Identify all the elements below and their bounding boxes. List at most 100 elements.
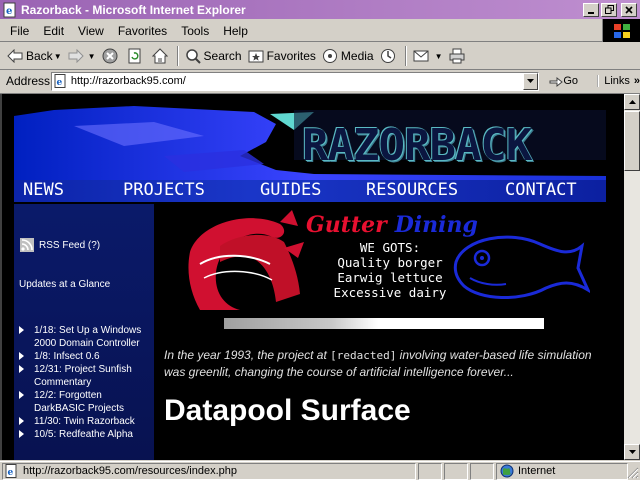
history-button[interactable]: [377, 45, 402, 67]
status-panel: [418, 462, 442, 480]
links-button[interactable]: Links»: [597, 75, 640, 87]
toolbar-separator: [404, 46, 407, 66]
chevron-down-icon: [527, 79, 535, 83]
scroll-thumb[interactable]: [624, 111, 640, 171]
site-nav: NEWS PROJECTS GUIDES RESOURCES CONTACT: [14, 180, 606, 202]
home-button[interactable]: [149, 45, 174, 67]
stop-icon: [102, 48, 118, 64]
close-button[interactable]: [621, 2, 637, 17]
security-zone-label: Internet: [518, 465, 556, 477]
rss-feed-link[interactable]: RSS Feed (?): [20, 238, 100, 252]
nav-resources[interactable]: RESOURCES: [366, 180, 458, 200]
go-arrow-icon: [549, 76, 564, 88]
status-text-panel: e http://razorback95.com/resources/index…: [2, 462, 416, 480]
address-field[interactable]: e: [50, 71, 540, 91]
print-button[interactable]: [446, 45, 471, 67]
section-heading: Datapool Surface: [164, 394, 411, 427]
forward-arrow-icon: [68, 49, 84, 63]
back-arrow-icon: [7, 49, 23, 63]
home-icon: [151, 48, 168, 64]
dropdown-arrow-icon[interactable]: ▼: [88, 52, 96, 61]
favorites-label: Favorites: [266, 49, 316, 63]
bullet-arrow-icon: [19, 352, 24, 360]
toolbar-separator: [176, 46, 179, 66]
menu-view[interactable]: View: [71, 24, 111, 38]
nav-news[interactable]: NEWS: [23, 180, 64, 200]
menu-bar: File Edit View Favorites Tools Help: [0, 19, 640, 42]
chevron-down-icon: [628, 450, 636, 454]
list-item[interactable]: 12/2: Forgotten DarkBASIC Projects: [19, 389, 149, 415]
list-item[interactable]: 1/18: Set Up a Windows 2000 Domain Contr…: [19, 324, 149, 350]
go-button[interactable]: Go: [549, 74, 585, 88]
print-icon: [449, 48, 465, 64]
status-panel: [470, 462, 494, 480]
update-text: 11/30: Twin Razorback: [34, 416, 135, 427]
minimize-button[interactable]: [583, 2, 599, 17]
scroll-up-button[interactable]: [624, 94, 640, 110]
ad-menu: WE GOTS: Quality borger Earwig lettuce E…: [310, 240, 470, 300]
nav-projects[interactable]: PROJECTS: [123, 180, 205, 200]
menu-edit[interactable]: Edit: [36, 24, 71, 38]
bullet-arrow-icon: [19, 365, 24, 373]
go-label: Go: [563, 75, 578, 87]
search-button[interactable]: Search: [182, 45, 245, 67]
menu-help[interactable]: Help: [216, 24, 255, 38]
redacted-text: [redacted]: [330, 349, 397, 362]
rss-label: RSS Feed (?): [39, 239, 101, 251]
menu-file[interactable]: File: [0, 24, 36, 38]
scroll-down-button[interactable]: [624, 444, 640, 460]
intro-paragraph: In the year 1993, the project at [redact…: [164, 347, 614, 380]
address-input[interactable]: [70, 75, 511, 87]
menu-favorites[interactable]: Favorites: [111, 24, 174, 38]
nav-guides[interactable]: GUIDES: [260, 180, 321, 200]
menu-tools[interactable]: Tools: [174, 24, 216, 38]
search-label: Search: [203, 49, 242, 63]
mail-button[interactable]: ▼: [410, 45, 446, 67]
ad-heading: WE GOTS:: [359, 240, 421, 255]
list-item[interactable]: 12/31: Project Sunfish Commentary: [19, 363, 149, 389]
close-icon: [625, 5, 633, 14]
ad-title-word-1: Gutter: [306, 212, 387, 238]
gutter-dining-ad[interactable]: Gutter Dining WE GOTS: Quality borger Ear…: [180, 202, 590, 310]
loading-bar-fill: [224, 318, 378, 329]
vertical-scrollbar[interactable]: [624, 94, 640, 460]
refresh-icon: [128, 48, 141, 64]
list-item[interactable]: 10/5: Redfeathe Alpha: [19, 428, 149, 441]
status-text: http://razorback95.com/resources/index.p…: [23, 465, 238, 477]
update-text: 1/18: Set Up a Windows 2000 Domain Contr…: [34, 325, 142, 349]
svg-text:e: e: [8, 468, 14, 478]
ad-item: Quality borger: [337, 255, 443, 270]
restore-button[interactable]: [601, 2, 617, 17]
links-label: Links: [604, 75, 630, 87]
resize-grip-icon[interactable]: [627, 467, 639, 479]
site-logo[interactable]: RAZORBACK: [302, 120, 532, 171]
status-bar: e http://razorback95.com/resources/index…: [0, 461, 640, 480]
standard-toolbar: Back ▼ ▼ Search Favorites Media ▼: [0, 43, 640, 70]
back-button[interactable]: Back ▼: [4, 45, 65, 67]
bullet-arrow-icon: [19, 391, 24, 399]
stop-button[interactable]: [99, 45, 124, 67]
forward-button[interactable]: ▼: [65, 45, 99, 67]
ie-page-icon: e: [54, 74, 66, 88]
svg-text:e: e: [6, 6, 12, 17]
updates-heading: Updates at a Glance: [19, 279, 111, 290]
dropdown-arrow-icon[interactable]: ▼: [54, 52, 62, 61]
nav-contact[interactable]: CONTACT: [505, 180, 577, 200]
chevron-right-icon: »: [633, 75, 640, 87]
list-item[interactable]: 11/30: Twin Razorback: [19, 415, 149, 428]
ie-page-icon: e: [5, 464, 17, 478]
bullet-arrow-icon: [19, 430, 24, 438]
security-zone-panel: Internet: [496, 462, 628, 480]
media-button[interactable]: Media: [319, 45, 377, 67]
address-bar: Address e Go Links»: [0, 70, 640, 92]
address-dropdown-button[interactable]: [523, 72, 539, 90]
updates-list: 1/18: Set Up a Windows 2000 Domain Contr…: [19, 324, 149, 441]
list-item[interactable]: 1/8: Infsect 0.6: [19, 350, 149, 363]
refresh-button[interactable]: [124, 45, 149, 67]
bullet-arrow-icon: [19, 326, 24, 334]
dropdown-arrow-icon[interactable]: ▼: [435, 52, 443, 61]
chevron-up-icon: [628, 100, 636, 104]
history-icon: [380, 49, 395, 63]
favorites-button[interactable]: Favorites: [245, 45, 319, 67]
rss-icon: [20, 238, 34, 252]
